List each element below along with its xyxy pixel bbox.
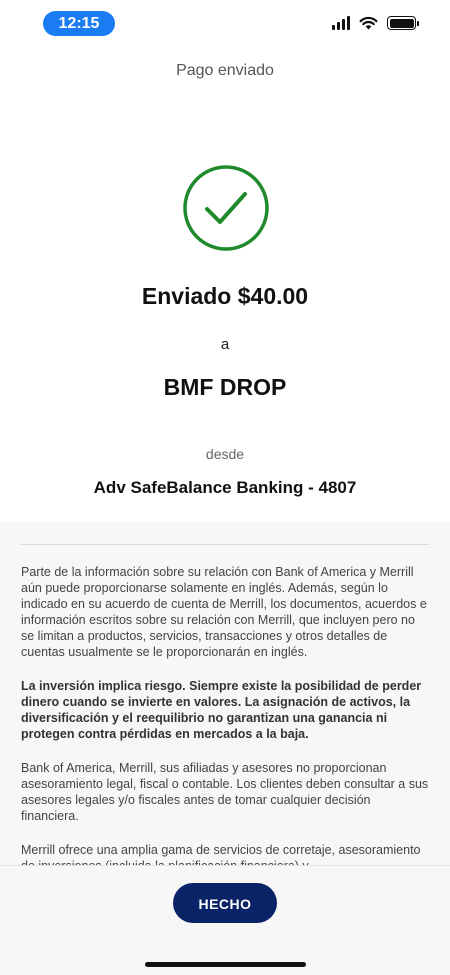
- disclosure-text: Parte de la información sobre su relació…: [21, 564, 431, 865]
- footer: HECHO: [0, 865, 450, 975]
- recipient-name: BMF DROP: [163, 374, 287, 400]
- signal-icon: [332, 16, 350, 30]
- source-account: Adv SafeBalance Banking - 4807: [93, 478, 357, 497]
- status-bar: 12:15: [0, 0, 450, 46]
- disclosure-paragraph-language: Parte de la información sobre su relació…: [21, 565, 427, 659]
- wifi-icon: [359, 16, 378, 30]
- disclosure-paragraph-risk: La inversión implica riesgo. Siempre exi…: [21, 679, 422, 741]
- from-label: desde: [205, 446, 245, 462]
- to-label: a: [220, 336, 230, 353]
- checkmark-circle-icon: [183, 165, 269, 251]
- disclosure-paragraph-advice: Bank of America, Merrill, sus afiliadas …: [21, 761, 429, 823]
- page-title: Pago enviado: [176, 62, 274, 79]
- divider: [21, 544, 429, 545]
- home-indicator[interactable]: [145, 962, 306, 967]
- done-button[interactable]: HECHO: [173, 883, 277, 923]
- disclosure-section[interactable]: Parte de la información sobre su relació…: [0, 522, 450, 865]
- battery-icon: [387, 16, 419, 30]
- status-time[interactable]: 12:15: [43, 11, 115, 36]
- status-icons: [332, 16, 419, 30]
- disclosure-paragraph-services: Merrill ofrece una amplia gama de servic…: [21, 843, 421, 865]
- sent-amount: Enviado $40.00: [141, 283, 309, 309]
